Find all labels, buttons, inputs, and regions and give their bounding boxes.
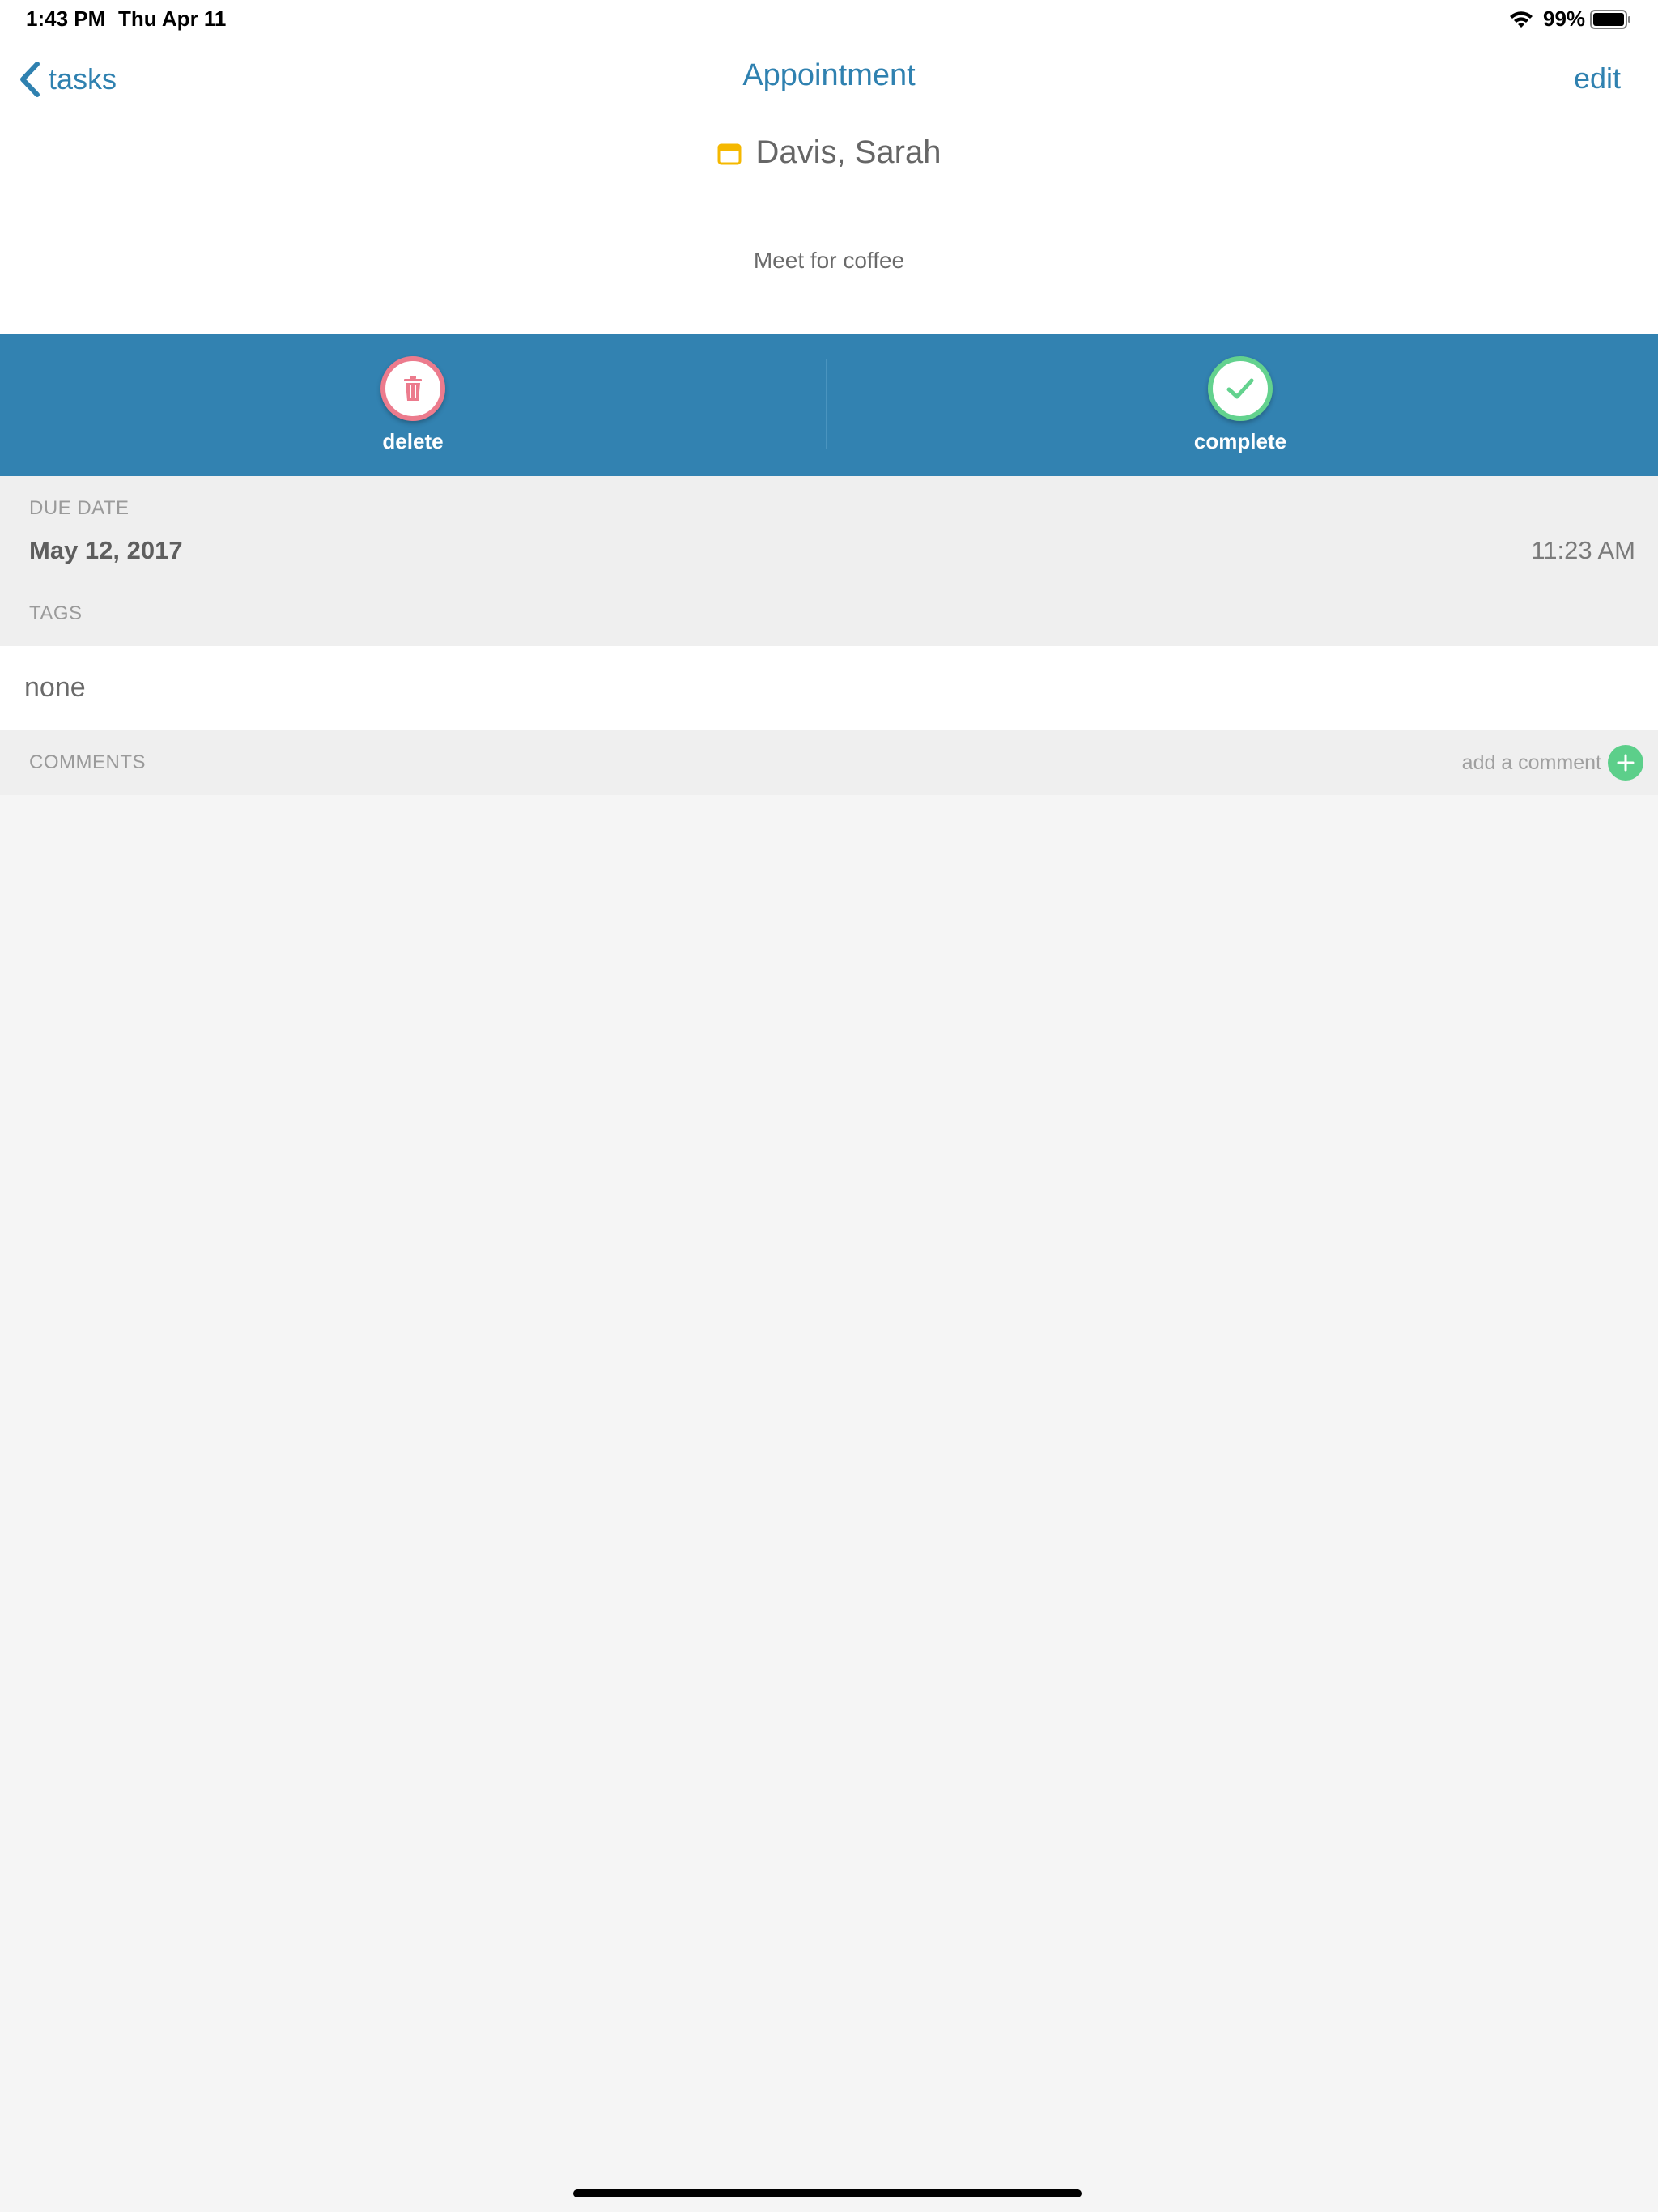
add-comment-label: add a comment [1461, 751, 1601, 774]
due-date-value[interactable]: May 12, 2017 [29, 536, 183, 565]
tags-label: TAGS [29, 602, 83, 624]
complete-label: complete [1193, 429, 1287, 453]
battery-percentage: 99% [1543, 6, 1586, 31]
task-detail-screen: 1:43 PM Thu Apr 11 99% tasks Appointment… [0, 0, 1658, 2212]
add-comment-button[interactable]: add a comment [1462, 745, 1643, 781]
delete-button[interactable]: delete [291, 356, 534, 454]
plus-icon [1608, 745, 1643, 781]
comments-label: COMMENTS [29, 751, 146, 773]
delete-label: delete [382, 429, 444, 453]
edit-button[interactable]: edit [1574, 62, 1621, 96]
status-time: 1:43 PM [26, 6, 106, 31]
home-indicator[interactable] [573, 2189, 1082, 2197]
action-divider [826, 359, 827, 449]
contact-name: Davis, Sarah [755, 134, 942, 170]
checkmark-icon [1226, 378, 1254, 399]
due-time-value[interactable]: 11:23 AM [1531, 536, 1635, 565]
complete-button[interactable]: complete [1119, 356, 1362, 454]
complete-circle [1208, 356, 1273, 421]
trash-icon [404, 376, 422, 401]
comments-header: COMMENTS add a comment [0, 730, 1658, 795]
battery-icon [1590, 10, 1630, 29]
contact-row[interactable]: Davis, Sarah [0, 134, 1658, 171]
due-date-section [0, 476, 1658, 646]
status-date: Thu Apr 11 [118, 6, 227, 31]
delete-circle [380, 356, 445, 421]
action-bar: delete complete [0, 334, 1658, 476]
calendar-icon [717, 143, 741, 164]
page-title: Appointment [742, 58, 916, 92]
task-header: tasks Appointment edit Davis, Sarah Meet… [0, 39, 1658, 334]
tags-row[interactable]: none [0, 646, 1658, 730]
status-bar: 1:43 PM Thu Apr 11 99% [0, 0, 1658, 39]
task-description: Meet for coffee [753, 248, 905, 273]
wifi-icon [1510, 11, 1533, 28]
due-date-label: DUE DATE [29, 497, 130, 519]
tags-value: none [24, 672, 86, 703]
